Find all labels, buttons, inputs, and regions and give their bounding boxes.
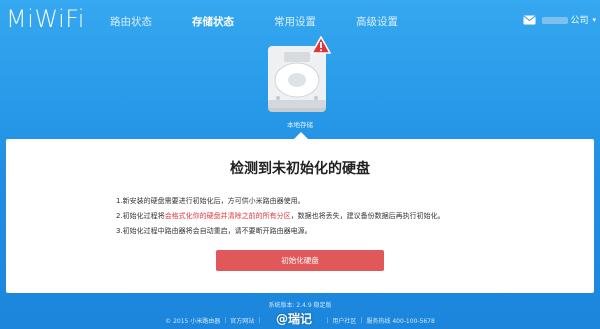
warning-icon — [311, 36, 331, 54]
user-menu[interactable]: 公司 ▾ — [523, 13, 596, 26]
card-pointer — [294, 132, 308, 139]
initialize-disk-button[interactable]: 初始化硬盘 — [216, 250, 384, 271]
miwifi-logo[interactable]: MiWiFi — [6, 5, 85, 33]
hard-disk-illustration — [266, 36, 336, 116]
instruction-1: 1.新安装的硬盘需要进行初始化后，方可供小米路由器使用。 — [116, 197, 305, 205]
redacted-name — [542, 17, 569, 24]
divider: | — [360, 317, 363, 324]
nav-common-settings[interactable]: 常用设置 — [274, 14, 316, 29]
divider: | — [326, 317, 329, 324]
top-bar: MiWiFi 路由状态 存储状态 常用设置 高级设置 公司 ▾ — [0, 0, 600, 42]
mail-icon[interactable] — [523, 15, 536, 25]
instructions-list: 1.新安装的硬盘需要进行初始化后，方可供小米路由器使用。 2.初始化过程将会格式… — [116, 194, 516, 239]
chevron-down-icon[interactable]: ▾ — [592, 16, 596, 24]
divider: | — [224, 317, 227, 324]
nav-advanced-settings[interactable]: 高级设置 — [356, 14, 398, 29]
panel-title: 检测到未初始化的硬盘 — [230, 161, 370, 177]
community-link[interactable]: 用户社区 — [332, 316, 356, 325]
instruction-3: 3.初始化过程中路由器将会自动重启，请不要断开路由器电源。 — [116, 227, 312, 235]
user-name: 公司 — [542, 13, 588, 26]
local-storage-label: 本地存储 — [287, 121, 313, 129]
instruction-2: 2.初始化过程将会格式化你的硬盘并清除之前的所有分区，数据也将丢失，建议备份数据… — [116, 212, 445, 220]
official-site-link[interactable]: 官方网站 — [230, 316, 254, 325]
copyright: © 2015 小米路由器 — [165, 318, 221, 325]
nav-storage-status[interactable]: 存储状态 — [192, 14, 234, 29]
format-warning: 会格式化你的硬盘并清除之前的所有分区 — [164, 212, 291, 220]
service-hotline: 服务热线 400-100-5678 — [366, 318, 435, 325]
uninitialized-disk-panel: 检测到未初始化的硬盘 1.新安装的硬盘需要进行初始化后，方可供小米路由器使用。 … — [6, 139, 594, 293]
main-nav: 路由状态 存储状态 常用设置 高级设置 — [110, 14, 438, 29]
divider: | — [258, 317, 261, 324]
system-version: 系统版本: 2.4.9 稳定版 — [268, 302, 332, 309]
watermark: @瑞记 — [276, 312, 313, 326]
nav-router-status[interactable]: 路由状态 — [110, 14, 152, 29]
